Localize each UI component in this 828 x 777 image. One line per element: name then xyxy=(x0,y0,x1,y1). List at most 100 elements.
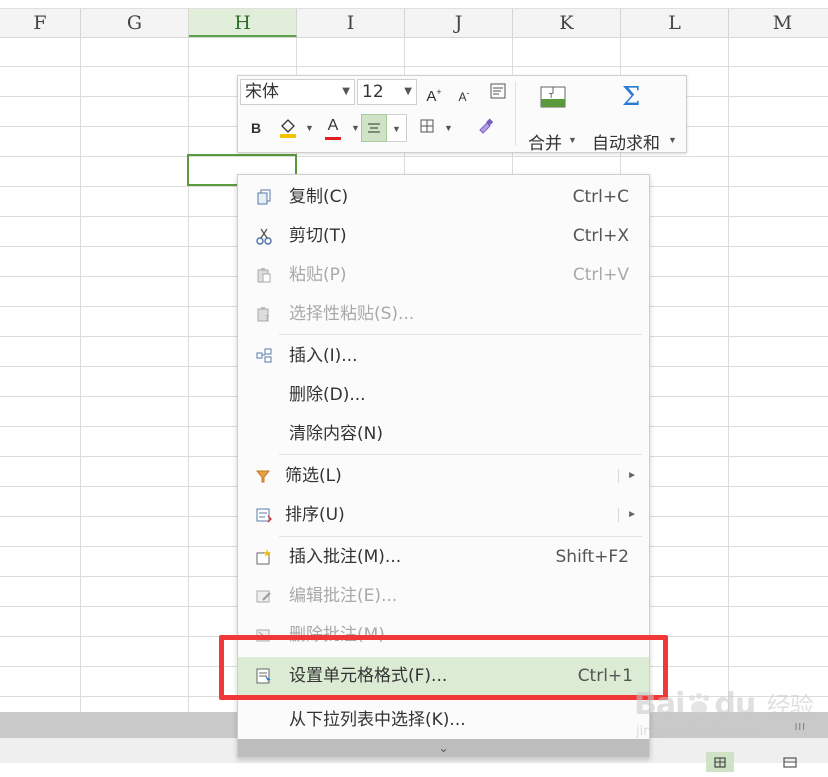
sigma-icon: Σ xyxy=(622,82,641,112)
menu-item-cut[interactable]: 剪切(T) Ctrl+X xyxy=(238,217,649,255)
menu-item-copy[interactable]: 复制(C) Ctrl+C xyxy=(238,178,649,216)
menu-label: 插入(I)... xyxy=(289,346,358,366)
plus-icon: + xyxy=(436,87,442,97)
column-header-i[interactable]: I xyxy=(297,9,405,37)
menu-item-paste[interactable]: 粘贴(P) Ctrl+V xyxy=(238,256,649,294)
menu-label: 插入批注(M)... xyxy=(289,547,402,567)
font-size-value: 12 xyxy=(362,82,384,102)
menu-label: 从下拉列表中选择(K)... xyxy=(289,710,466,730)
chevron-right-icon: ► xyxy=(627,509,637,520)
menu-item-insert-comment[interactable]: 插入批注(M)... Shift+F2 xyxy=(238,538,649,576)
paw-icon xyxy=(684,691,714,717)
paste-icon xyxy=(257,268,271,283)
bold-button[interactable]: B xyxy=(246,118,266,138)
shrink-font-icon: A xyxy=(458,90,467,104)
menu-label: 粘贴(P) xyxy=(289,265,347,285)
menu-separator xyxy=(279,334,642,335)
chevron-down-icon[interactable]: ▼ xyxy=(444,123,453,133)
autosum-button[interactable]: Σ 自动求和 ▼ xyxy=(588,80,683,154)
font-color-swatch xyxy=(325,137,341,140)
mini-format-toolbar: 宋体 ▼ 12 ▼ A+ A- B ▼ A ▼ ▼ ▼ T 合并 ▼ Σ 自动求… xyxy=(237,75,687,154)
merge-label: 合并 xyxy=(528,134,562,154)
insert-icon xyxy=(256,348,272,363)
column-header-l[interactable]: L xyxy=(621,9,729,37)
borders-button[interactable] xyxy=(416,117,438,140)
menu-label: 清除内容(N) xyxy=(289,424,383,444)
menu-label: 排序(U) xyxy=(285,505,345,525)
font-size-select[interactable]: 12 ▼ xyxy=(357,79,417,105)
column-header-f[interactable]: F xyxy=(0,9,81,37)
annotation-highlight-box xyxy=(219,635,668,700)
menu-separator xyxy=(279,536,642,537)
watermark-cn-text: 经验 xyxy=(766,692,814,720)
chevron-down-icon[interactable]: ▼ xyxy=(351,123,360,133)
menu-item-edit-comment[interactable]: 编辑批注(E)... xyxy=(238,577,649,615)
menu-label: 复制(C) xyxy=(289,187,349,207)
edit-comment-icon xyxy=(256,590,271,603)
menu-item-pick-from-list[interactable]: 从下拉列表中选择(K)... xyxy=(238,701,649,739)
menu-shortcut: Ctrl+V xyxy=(572,265,629,285)
font-name-value: 宋体 xyxy=(245,82,279,102)
paste-special-icon: ? xyxy=(257,307,269,323)
watermark-brand-suffix: du xyxy=(714,687,756,722)
align-center-button[interactable] xyxy=(361,114,387,142)
row-gridline xyxy=(0,66,828,67)
insert-comment-icon xyxy=(256,549,271,565)
menu-item-sort[interactable]: 排序(U) ► xyxy=(238,496,649,534)
chevron-down-icon: ▼ xyxy=(342,86,350,97)
menu-shortcut: Ctrl+X xyxy=(572,226,629,246)
column-header-j[interactable]: J xyxy=(405,9,513,37)
align-dropdown[interactable]: ▼ xyxy=(387,114,407,142)
font-color-icon: A xyxy=(327,117,339,134)
menu-item-filter[interactable]: 筛选(L) ► xyxy=(238,457,649,495)
watermark-brand-text: Bai xyxy=(634,687,685,722)
font-color-button[interactable]: A xyxy=(322,116,344,140)
sort-icon xyxy=(256,508,272,523)
column-header-h[interactable]: H xyxy=(189,9,297,37)
chevron-right-icon: ► xyxy=(627,470,637,481)
menu-label: 剪切(T) xyxy=(289,226,347,246)
grow-font-icon: A xyxy=(426,88,437,105)
svg-text:?: ? xyxy=(265,314,269,323)
menu-item-clear-contents[interactable]: 清除内容(N) xyxy=(238,415,649,453)
chevron-down-icon: ▼ xyxy=(668,135,677,145)
menu-shortcut: Ctrl+C xyxy=(572,187,629,207)
autosum-label: 自动求和 xyxy=(592,134,660,154)
menu-more-button[interactable]: ⌄ xyxy=(238,739,649,757)
chevron-down-icon: ▼ xyxy=(404,86,412,97)
menu-separator xyxy=(279,454,642,455)
column-header-m[interactable]: M xyxy=(729,9,828,37)
minus-icon: - xyxy=(466,88,470,98)
menu-shortcut: Shift+F2 xyxy=(555,547,629,567)
column-gridline xyxy=(728,37,729,712)
baidu-jingyan-watermark: Bai du 经验 jingyan.baidu.com xyxy=(628,672,828,762)
menu-item-delete[interactable]: 删除(D)... xyxy=(238,376,649,414)
menu-label: 编辑批注(E)... xyxy=(289,586,398,606)
format-painter-icon xyxy=(479,118,494,134)
chevron-down-icon: ⌄ xyxy=(438,741,449,755)
fill-color-button[interactable] xyxy=(276,116,300,145)
align-center-icon xyxy=(368,123,380,133)
shrink-font-button[interactable]: A- xyxy=(453,83,475,107)
bold-icon: B xyxy=(250,120,262,136)
menu-item-insert[interactable]: 插入(I)... xyxy=(238,337,649,375)
merge-button[interactable]: T 合并 ▼ xyxy=(522,80,582,154)
column-gridline xyxy=(188,37,189,712)
wrap-text-button[interactable] xyxy=(487,82,509,105)
merge-cells-icon: T xyxy=(540,86,566,108)
chevron-down-icon: ▼ xyxy=(392,124,401,134)
font-name-select[interactable]: 宋体 ▼ xyxy=(240,79,355,105)
copy-icon xyxy=(257,189,271,205)
chevron-down-icon[interactable]: ▼ xyxy=(305,123,314,133)
menu-item-paste-special[interactable]: ? 选择性粘贴(S)... xyxy=(238,295,649,333)
menu-label: 筛选(L) xyxy=(285,466,342,486)
svg-text:T: T xyxy=(548,92,554,100)
column-header-k[interactable]: K xyxy=(513,9,621,37)
grow-font-button[interactable]: A+ xyxy=(423,82,445,107)
watermark-brand: Bai du 经验 xyxy=(634,686,814,722)
toolbar-divider xyxy=(515,82,516,146)
wrap-text-icon xyxy=(490,83,506,99)
column-header-g[interactable]: G xyxy=(81,9,189,37)
column-gridline xyxy=(80,37,81,712)
format-painter-button[interactable] xyxy=(474,116,496,141)
